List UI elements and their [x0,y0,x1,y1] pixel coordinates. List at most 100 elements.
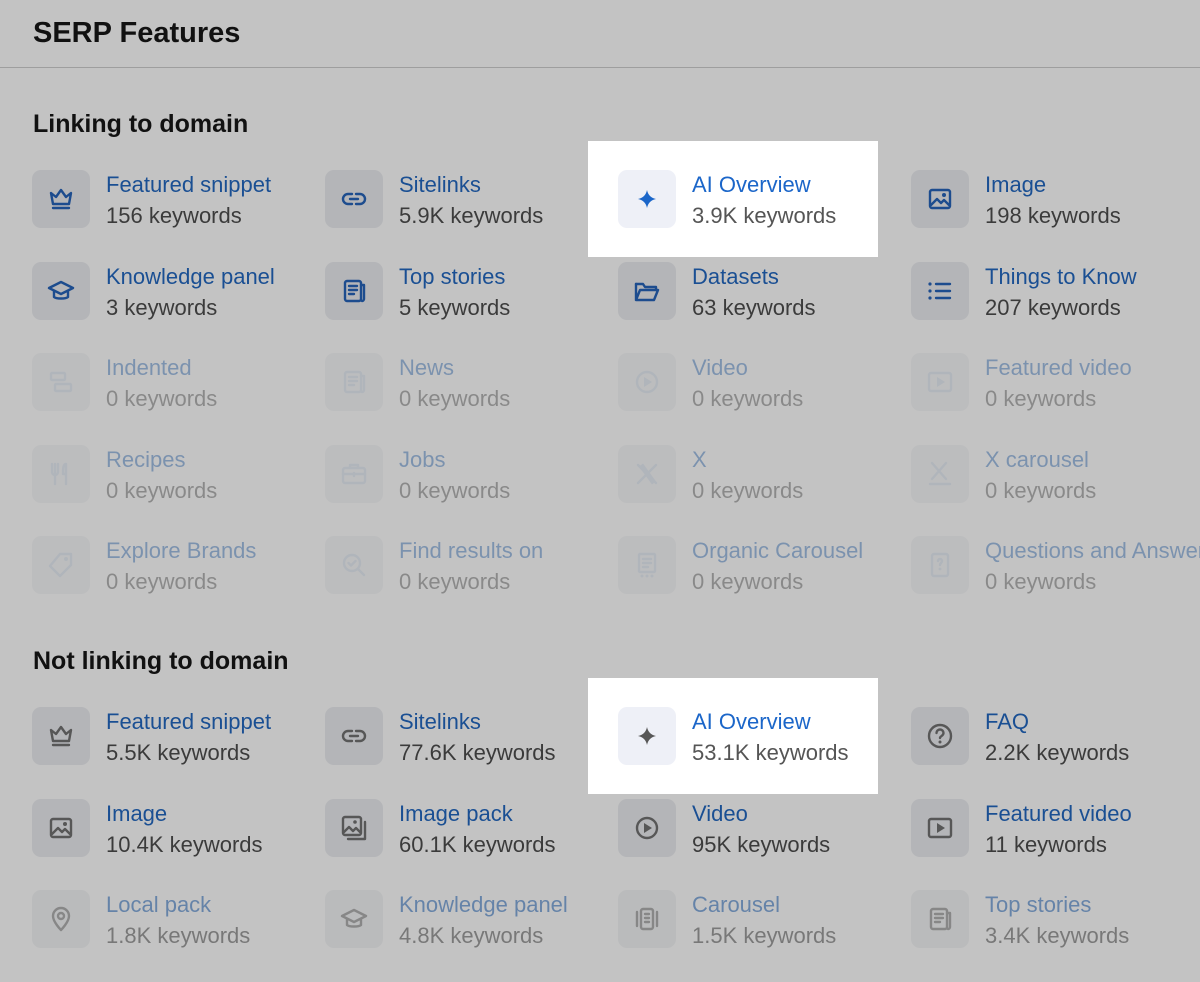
graduation-cap-icon [339,904,369,934]
serp-feature-item[interactable]: Video 95K keywords [618,798,911,891]
feature-label-link[interactable]: Image pack [399,800,513,828]
feature-icon-box [911,353,969,411]
feature-keyword-count: 2.2K keywords [985,740,1130,765]
serp-feature-item[interactable]: Knowledge panel 3 keywords [32,261,325,354]
feature-label-link[interactable]: X carousel [985,446,1089,474]
serp-feature-item[interactable]: Video 0 keywords [618,353,911,445]
feature-icon-box [911,170,969,228]
news-article-icon [339,276,369,306]
carousel-icon [632,904,662,934]
serp-feature-item[interactable]: AI Overview 3.9K keywords [618,170,911,262]
feature-keyword-count: 0 keywords [692,477,804,503]
serp-feature-item[interactable]: News 0 keywords [325,353,618,445]
feature-icon-box [32,707,90,765]
feature-label-link[interactable]: Carousel [692,891,780,919]
feature-label-link[interactable]: Jobs [399,446,445,474]
serp-feature-item[interactable]: Knowledge panel 4.8K keywords [325,890,618,982]
feature-icon-box [618,536,676,594]
feature-label-link[interactable]: Organic Carousel [692,537,863,565]
feature-label-link[interactable]: Things to Know [985,263,1137,291]
feature-label-link[interactable]: AI Overview [692,171,811,199]
feature-label-link[interactable]: Featured video [985,354,1132,382]
feature-keyword-count: 53.1K keywords [692,740,849,765]
feature-icon-box [32,170,90,228]
feature-keyword-count: 1.8K keywords [106,923,251,948]
serp-feature-item[interactable]: Datasets 63 keywords [618,261,911,354]
feature-label-link[interactable]: Top stories [399,263,505,291]
serp-feature-item[interactable]: X carousel 0 keywords [911,444,1200,537]
feature-keyword-count: 11 keywords [985,831,1107,857]
news-article-icon [925,904,955,934]
serp-feature-item[interactable]: Sitelinks 77.6K keywords [325,707,618,799]
feature-keyword-count: 63 keywords [692,294,816,320]
serp-feature-item[interactable]: Featured snippet 5.5K keywords [32,707,325,799]
feature-label-link[interactable]: Sitelinks [399,171,481,199]
serp-feature-item[interactable]: Featured snippet 156 keywords [32,170,325,262]
serp-feature-item[interactable]: Explore Brands 0 keywords [32,536,325,628]
news-article-icon [339,367,369,397]
feature-icon-box [32,444,90,503]
section-title-linking: Linking to domain [33,110,249,138]
feature-label-link[interactable]: Featured snippet [106,708,271,736]
serp-feature-item[interactable]: Jobs 0 keywords [325,444,618,537]
feature-label-link[interactable]: Recipes [106,446,185,474]
feature-keyword-count: 3.9K keywords [692,203,837,228]
serp-feature-item[interactable]: Organic Carousel 0 keywords [618,536,911,628]
feature-label-link[interactable]: Video [692,354,748,382]
feature-label-link[interactable]: Local pack [106,891,211,919]
serp-feature-item[interactable]: Indented 0 keywords [32,353,325,445]
feature-icon-box [325,353,383,411]
serp-feature-item[interactable]: Image 198 keywords [911,170,1200,262]
serp-feature-item[interactable]: Featured video 0 keywords [911,353,1200,445]
feature-keyword-count: 0 keywords [985,477,1097,503]
serp-feature-item[interactable]: Top stories 5 keywords [325,261,618,354]
serp-feature-item[interactable]: Featured video 11 keywords [911,798,1200,891]
feature-label-link[interactable]: Top stories [985,891,1091,919]
feature-label-link[interactable]: News [399,354,454,382]
crown-icon [46,184,76,214]
feature-keyword-count: 10.4K keywords [106,831,263,857]
feature-label-link[interactable]: Questions and Answers [985,537,1200,565]
feature-keyword-count: 5.9K keywords [399,203,544,228]
serp-feature-item[interactable]: X 0 keywords [618,444,911,537]
ai-sparkle-icon [632,184,662,214]
serp-feature-item[interactable]: Top stories 3.4K keywords [911,890,1200,982]
feature-icon-box [32,261,90,320]
serp-feature-item[interactable]: AI Overview 53.1K keywords [618,707,911,799]
feature-keyword-count: 0 keywords [106,477,218,503]
feature-label-link[interactable]: Featured snippet [106,171,271,199]
feature-label-link[interactable]: Datasets [692,263,779,291]
feature-icon-box [325,261,383,320]
serp-feature-item[interactable]: Image pack 60.1K keywords [325,798,618,891]
serp-feature-item[interactable]: Recipes 0 keywords [32,444,325,537]
serp-feature-item[interactable]: Sitelinks 5.9K keywords [325,170,618,262]
feature-label-link[interactable]: Knowledge panel [106,263,275,291]
feature-icon-box [618,353,676,411]
feature-keyword-count: 1.5K keywords [692,923,837,948]
feature-label-link[interactable]: Find results on [399,537,543,565]
feature-label-link[interactable]: Knowledge panel [399,891,568,919]
feature-label-link[interactable]: Image [985,171,1046,199]
feature-label-link[interactable]: AI Overview [692,708,811,736]
serp-feature-item[interactable]: Carousel 1.5K keywords [618,890,911,982]
feature-label-link[interactable]: Featured video [985,800,1132,828]
cutlery-icon [46,459,76,489]
feature-label-link[interactable]: Video [692,800,748,828]
serp-feature-item[interactable]: Local pack 1.8K keywords [32,890,325,982]
video-square-icon [925,813,955,843]
feature-label-link[interactable]: Indented [106,354,192,382]
serp-feature-item[interactable]: Things to Know 207 keywords [911,261,1200,354]
feature-label-link[interactable]: X [692,446,707,474]
feature-label-link[interactable]: Image [106,800,167,828]
feature-keyword-count: 0 keywords [985,569,1097,594]
feature-icon-box [618,170,676,228]
feature-icon-box [618,444,676,503]
serp-feature-item[interactable]: Find results on 0 keywords [325,536,618,628]
carousel-doc-icon [632,550,662,580]
serp-feature-item[interactable]: Questions and Answers 0 keywords [911,536,1200,628]
feature-label-link[interactable]: Sitelinks [399,708,481,736]
feature-label-link[interactable]: Explore Brands [106,537,256,565]
feature-label-link[interactable]: FAQ [985,708,1029,736]
serp-feature-item[interactable]: FAQ 2.2K keywords [911,707,1200,799]
serp-feature-item[interactable]: Image 10.4K keywords [32,798,325,891]
